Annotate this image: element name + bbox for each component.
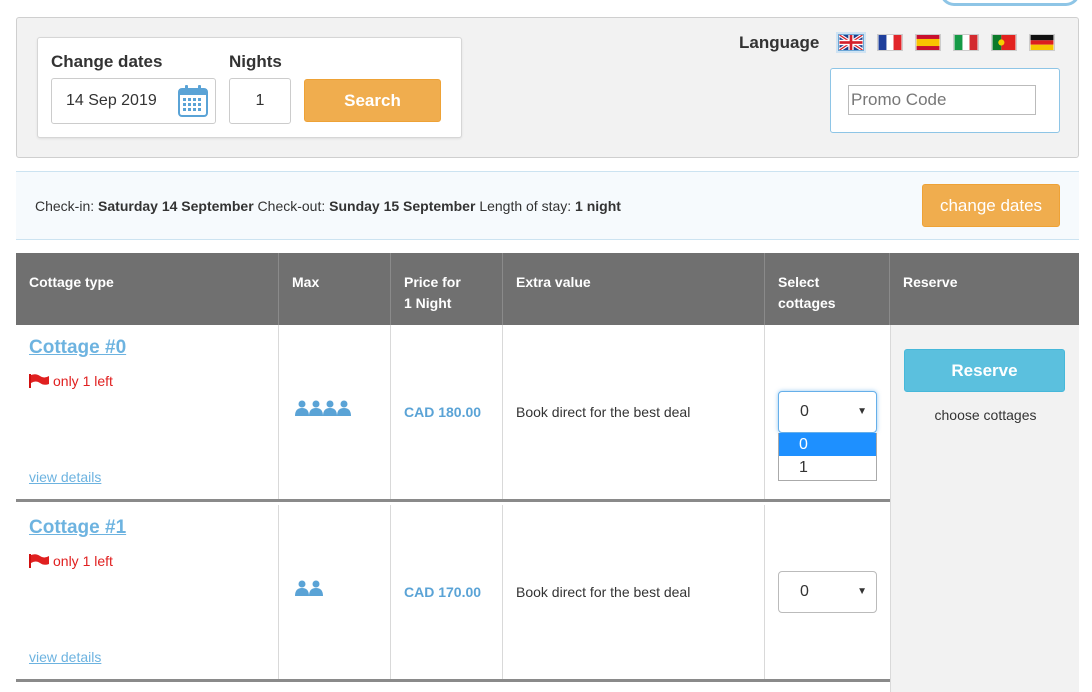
change-dates-label: Change dates bbox=[51, 52, 163, 71]
availability-badge: only 1 left bbox=[29, 553, 113, 569]
date-value: 14 Sep 2019 bbox=[66, 92, 157, 109]
stay-summary-bar: Check-in: Saturday 14 September Check-ou… bbox=[16, 171, 1079, 240]
checkout-value: Sunday 15 September bbox=[329, 198, 476, 214]
dropdown-option[interactable]: 0 bbox=[779, 433, 876, 456]
cell-max bbox=[279, 325, 391, 499]
view-details-link[interactable]: view details bbox=[29, 469, 101, 485]
header-select-cottages: Select cottages bbox=[765, 253, 890, 325]
cottage-count-select[interactable]: 0 ▼ bbox=[778, 571, 877, 613]
price-value: CAD 180.00 bbox=[404, 404, 482, 420]
spain-flag-icon[interactable] bbox=[915, 34, 941, 51]
stay-summary: Check-in: Saturday 14 September Check-ou… bbox=[35, 198, 621, 214]
red-flag-icon bbox=[29, 374, 49, 388]
table-row: Cottage #1 only 1 left view details CAD … bbox=[16, 505, 890, 682]
view-details-link[interactable]: view details bbox=[29, 649, 101, 665]
search-button[interactable]: Search bbox=[304, 79, 441, 122]
cottage-link[interactable]: Cottage #0 bbox=[29, 337, 126, 359]
cell-cottage-type: Cottage #0 only 1 left view details bbox=[16, 325, 279, 499]
calendar-icon[interactable] bbox=[178, 85, 208, 117]
header-max: Max bbox=[279, 253, 391, 325]
table-header: Cottage type Max Price for 1 Night Extra … bbox=[16, 253, 1079, 325]
guests-icon bbox=[295, 400, 351, 416]
length-label: Length of stay: bbox=[479, 198, 572, 214]
cell-extra-value: Book direct for the best deal bbox=[503, 325, 765, 499]
header-reserve: Reserve bbox=[903, 274, 958, 290]
cell-select: 0 ▼ bbox=[765, 505, 890, 679]
cell-price: CAD 170.00 bbox=[391, 505, 503, 679]
promo-box: Promo Code bbox=[830, 68, 1060, 133]
table-row: Cottage #0 only 1 left view details CAD … bbox=[16, 325, 890, 502]
germany-flag-icon[interactable] bbox=[1029, 34, 1055, 51]
cottage-count-dropdown-list: 0 1 bbox=[778, 433, 877, 481]
checkin-label: Check-in: bbox=[35, 198, 95, 214]
dropdown-option[interactable]: 1 bbox=[779, 456, 876, 479]
cottage-count-select[interactable]: 0 ▼ bbox=[778, 391, 877, 433]
uk-flag-icon[interactable] bbox=[838, 34, 864, 51]
header-price: Price for 1 Night bbox=[391, 253, 503, 325]
dropdown-caret-icon: ▼ bbox=[857, 586, 867, 597]
extra-value-text: Book direct for the best deal bbox=[516, 584, 691, 600]
reserve-button[interactable]: Reserve bbox=[904, 349, 1065, 392]
portugal-flag-icon[interactable] bbox=[991, 34, 1017, 51]
language-label: Language bbox=[739, 33, 820, 52]
top-tab-edge bbox=[940, 0, 1080, 6]
length-value: 1 night bbox=[575, 198, 621, 214]
guests-icon bbox=[295, 580, 323, 596]
extra-value-text: Book direct for the best deal bbox=[516, 404, 691, 420]
france-flag-icon[interactable] bbox=[877, 34, 903, 51]
availability-badge: only 1 left bbox=[29, 373, 113, 389]
price-value: CAD 170.00 bbox=[404, 584, 482, 600]
dates-box: Change dates Nights 14 Sep 2019 1 Search bbox=[37, 37, 462, 138]
date-input[interactable]: 14 Sep 2019 bbox=[51, 78, 216, 124]
checkin-value: Saturday 14 September bbox=[98, 198, 254, 214]
cell-price: CAD 180.00 bbox=[391, 325, 503, 499]
cottage-link[interactable]: Cottage #1 bbox=[29, 517, 126, 539]
choose-cottages-hint: choose cottages bbox=[934, 407, 1037, 423]
nights-input[interactable]: 1 bbox=[229, 78, 291, 124]
cell-cottage-type: Cottage #1 only 1 left view details bbox=[16, 505, 279, 679]
reserve-column: Reserve choose cottages bbox=[890, 325, 1079, 692]
red-flag-icon bbox=[29, 554, 49, 568]
nights-label: Nights bbox=[229, 52, 282, 71]
change-dates-button[interactable]: change dates bbox=[922, 184, 1060, 227]
search-panel: Change dates Nights 14 Sep 2019 1 Search… bbox=[16, 17, 1079, 158]
promo-code-input[interactable]: Promo Code bbox=[848, 85, 1036, 115]
checkout-label: Check-out: bbox=[257, 198, 326, 214]
cell-extra-value: Book direct for the best deal bbox=[503, 505, 765, 679]
header-cottage-type: Cottage type bbox=[16, 253, 279, 325]
dropdown-caret-icon: ▼ bbox=[857, 406, 867, 417]
italy-flag-icon[interactable] bbox=[953, 34, 979, 51]
header-extra-value: Extra value bbox=[503, 253, 765, 325]
cell-max bbox=[279, 505, 391, 679]
